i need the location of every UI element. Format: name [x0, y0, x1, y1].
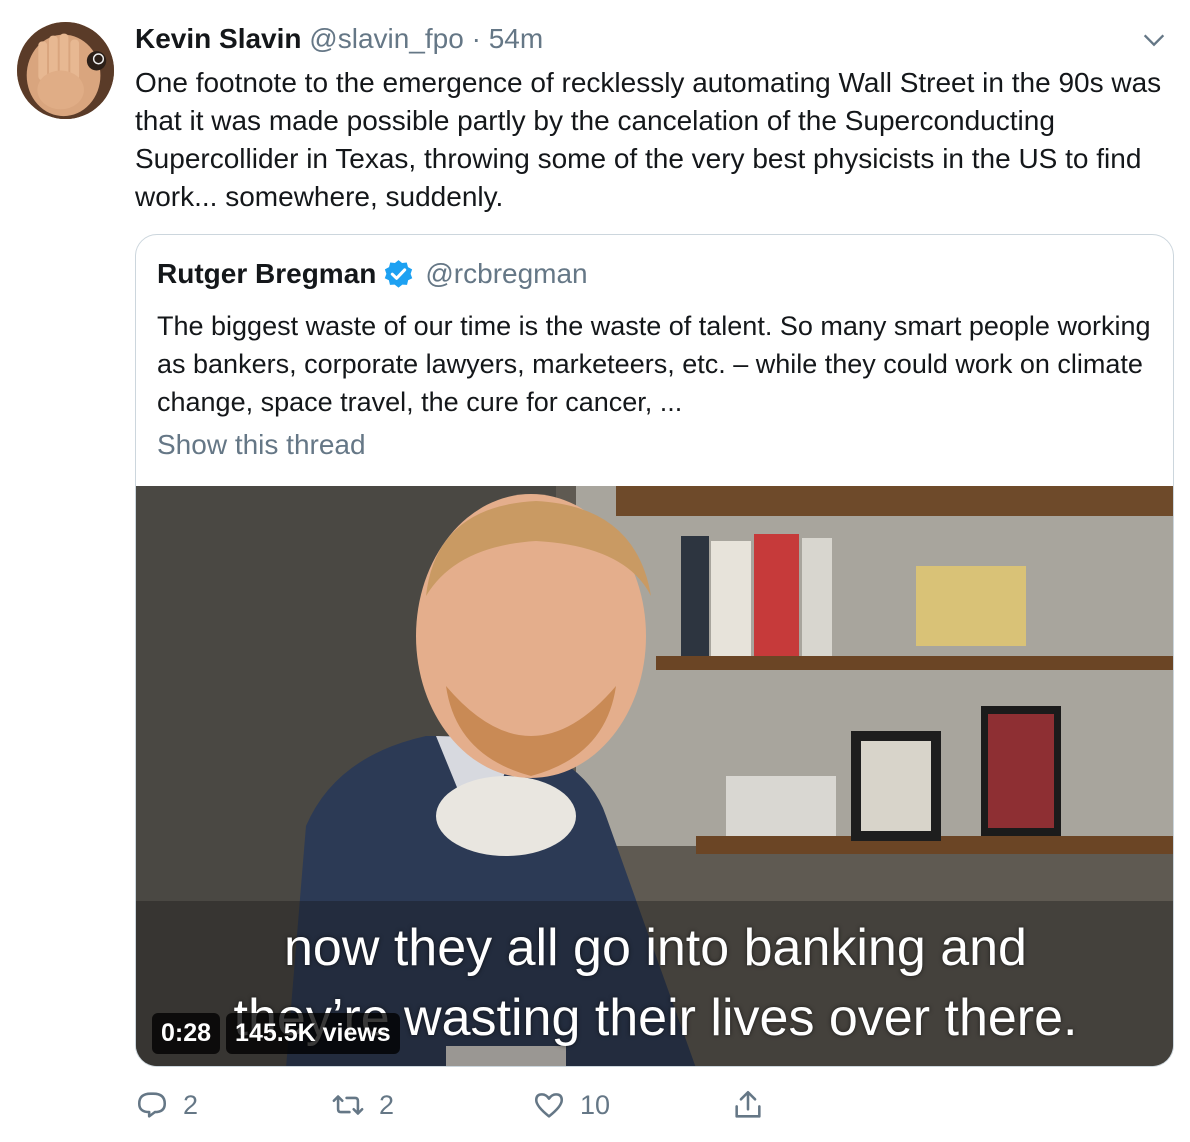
share-icon [735, 1090, 761, 1118]
quoted-author-name: Rutger Bregman [157, 258, 377, 289]
share-button[interactable] [731, 1088, 779, 1122]
chevron-down-icon[interactable] [1140, 26, 1168, 54]
avatar-image [17, 22, 114, 119]
like-button[interactable]: 10 [532, 1088, 610, 1122]
retweet-button[interactable]: 2 [331, 1088, 394, 1122]
tweet-time[interactable]: 54m [489, 23, 543, 54]
video-player[interactable]: now they all go into banking and they’re… [136, 486, 1173, 1066]
retweet-icon [332, 1095, 364, 1115]
quoted-author-handle: @rcbregman [425, 258, 588, 289]
quoted-header: Rutger Bregman @rcbregman [157, 257, 588, 291]
tweet-text: One footnote to the emergence of reckles… [135, 67, 1162, 212]
separator: · [471, 23, 481, 54]
user-avatar[interactable] [17, 22, 114, 119]
reply-count: 2 [183, 1089, 199, 1120]
tweet: Kevin Slavin @slavin_fpo · 54m One footn… [0, 0, 1190, 1142]
show-thread-link[interactable]: Show this thread [157, 429, 366, 461]
quoted-tweet[interactable]: Rutger Bregman @rcbregman The biggest wa… [135, 234, 1174, 1067]
verified-badge-icon [385, 259, 413, 288]
heart-icon [534, 1093, 564, 1118]
like-count: 10 [580, 1089, 611, 1120]
video-badges: 0:28 145.5K views [152, 1013, 400, 1054]
tweet-header: Kevin Slavin @slavin_fpo · 54m [135, 22, 543, 56]
quoted-text: The biggest waste of our time is the was… [157, 311, 1151, 417]
video-duration: 0:28 [152, 1013, 221, 1054]
author-handle[interactable]: @slavin_fpo [309, 23, 464, 54]
reply-icon [137, 1092, 167, 1118]
video-caption-line-1: now they all go into banking and [284, 919, 1027, 977]
author-name[interactable]: Kevin Slavin [135, 23, 302, 54]
video-views: 145.5K views [226, 1013, 400, 1054]
retweet-count: 2 [379, 1089, 395, 1120]
reply-button[interactable]: 2 [135, 1088, 198, 1122]
tweet-actions: 2 2 10 [135, 1088, 835, 1132]
